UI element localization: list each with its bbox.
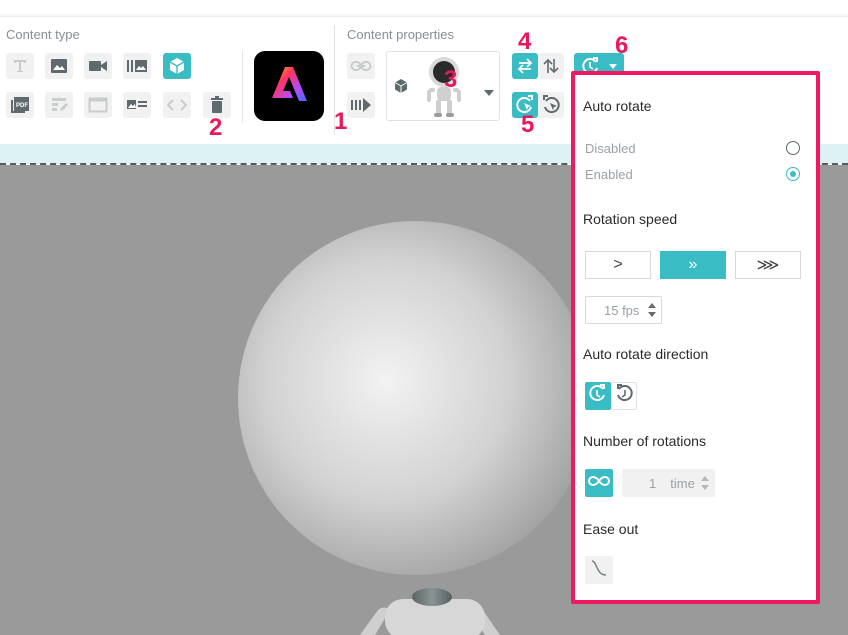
card-content-button[interactable] bbox=[123, 92, 151, 118]
window-icon bbox=[88, 97, 108, 113]
ease-curve-icon bbox=[590, 559, 608, 582]
video-content-button[interactable] bbox=[84, 53, 112, 79]
link-icon bbox=[350, 60, 372, 72]
content-properties-title: Content properties bbox=[347, 27, 454, 42]
gallery-content-button[interactable] bbox=[123, 53, 151, 79]
auto-rotate-label: Auto rotate bbox=[583, 98, 652, 114]
annotation-badge-2: 2 bbox=[209, 114, 223, 141]
pdf-content-button[interactable]: PDF bbox=[6, 92, 34, 118]
adobe-express-app-tile[interactable] bbox=[254, 51, 324, 121]
flip-vertical-button[interactable] bbox=[538, 53, 564, 79]
fps-value: 15 fps bbox=[604, 302, 640, 318]
annotation-badge-3: 3 bbox=[444, 66, 458, 93]
auto-rotate-disabled-label: Disabled bbox=[585, 141, 636, 156]
stepper-arrows-icon[interactable] bbox=[700, 475, 710, 491]
adobe-express-icon bbox=[269, 64, 309, 109]
speed-fast-icon: ⋙ bbox=[756, 257, 780, 274]
animation-icon bbox=[350, 97, 372, 113]
auto-rotate-enabled-label: Enabled bbox=[585, 167, 633, 182]
form-icon bbox=[50, 96, 68, 114]
annotation-badge-4: 4 bbox=[518, 28, 532, 55]
3d-model-icon bbox=[168, 57, 186, 75]
swap-vertical-icon bbox=[543, 57, 559, 75]
image-icon bbox=[50, 58, 68, 74]
annotation-badge-6: 6 bbox=[615, 32, 629, 59]
infinity-icon bbox=[588, 474, 610, 492]
video-icon bbox=[88, 59, 108, 73]
card-icon bbox=[126, 98, 148, 112]
3d-model-icon bbox=[393, 78, 409, 99]
pdf-icon: PDF bbox=[10, 96, 30, 114]
window-top-strip bbox=[0, 0, 848, 16]
toolbar-separator bbox=[242, 51, 243, 123]
rotate-cursor-icon bbox=[541, 95, 561, 115]
auto-rotate-direction-label: Auto rotate direction bbox=[583, 346, 709, 362]
form-content-button[interactable] bbox=[45, 92, 73, 118]
rotations-count-value: 1 bbox=[649, 475, 657, 491]
speed-fast-button[interactable]: ⋙ bbox=[735, 251, 801, 279]
counterclockwise-history-icon bbox=[614, 383, 634, 409]
stepper-arrows-icon[interactable] bbox=[647, 302, 657, 318]
annotation-badge-1: 1 bbox=[334, 108, 348, 135]
text-content-button[interactable] bbox=[6, 53, 34, 79]
direction-clockwise-button[interactable] bbox=[585, 382, 611, 410]
auto-rotate-disabled-radio[interactable] bbox=[786, 141, 800, 155]
link-button[interactable] bbox=[347, 53, 375, 79]
model-select-dropdown[interactable] bbox=[386, 51, 500, 121]
chevron-down-icon bbox=[484, 83, 494, 101]
speed-medium-icon: » bbox=[688, 256, 698, 273]
code-content-button[interactable] bbox=[163, 92, 191, 118]
swap-horizontal-icon bbox=[516, 58, 534, 74]
ease-out-button[interactable] bbox=[585, 556, 613, 584]
rotations-count-stepper[interactable]: 1 time bbox=[622, 469, 715, 497]
speed-medium-button[interactable]: » bbox=[660, 251, 726, 279]
code-icon bbox=[167, 98, 187, 112]
speed-slow-button[interactable]: > bbox=[585, 251, 651, 279]
rotation-speed-label: Rotation speed bbox=[583, 211, 678, 227]
number-of-rotations-label: Number of rotations bbox=[583, 433, 706, 449]
flip-horizontal-button[interactable] bbox=[512, 53, 538, 79]
text-icon bbox=[12, 58, 28, 74]
svg-text:PDF: PDF bbox=[16, 103, 28, 109]
clockwise-history-icon bbox=[588, 383, 608, 409]
trash-icon bbox=[210, 96, 224, 114]
auto-rotate-enabled-radio[interactable] bbox=[786, 167, 800, 181]
chevron-down-icon bbox=[609, 63, 617, 69]
rotations-unit: time bbox=[670, 475, 695, 491]
3d-model-content-button[interactable] bbox=[163, 53, 191, 79]
speed-slow-icon: > bbox=[613, 256, 623, 273]
direction-counterclockwise-button[interactable] bbox=[611, 382, 637, 410]
window-content-button[interactable] bbox=[84, 92, 112, 118]
animation-button[interactable] bbox=[347, 92, 375, 118]
image-content-button[interactable] bbox=[45, 53, 73, 79]
gallery-icon bbox=[126, 58, 148, 74]
content-type-title: Content type bbox=[6, 27, 80, 42]
rotate-mode-button[interactable] bbox=[538, 92, 564, 118]
infinite-rotations-button[interactable] bbox=[585, 469, 613, 497]
ease-out-label: Ease out bbox=[583, 521, 639, 537]
fps-stepper[interactable]: 15 fps bbox=[585, 296, 662, 324]
auto-rotate-settings-panel: Auto rotate Disabled Enabled Rotation sp… bbox=[571, 71, 820, 604]
annotation-badge-5: 5 bbox=[521, 111, 535, 138]
